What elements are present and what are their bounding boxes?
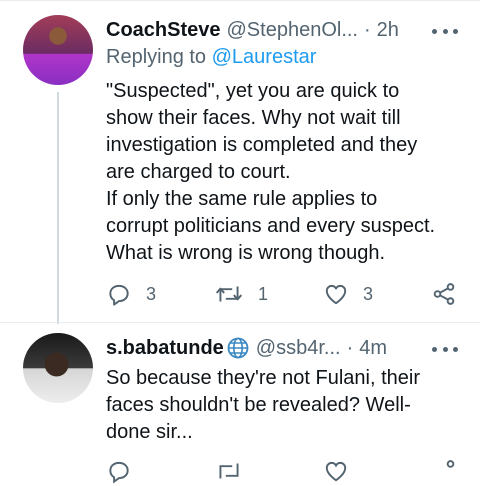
thread-line	[57, 92, 59, 324]
reply-icon	[109, 461, 129, 484]
tweet-text: So because they're not Fulani, their fac…	[106, 367, 421, 443]
retweet-icon	[219, 463, 239, 479]
globe-icon	[227, 337, 249, 359]
timestamp[interactable]: 4m	[359, 337, 387, 360]
user-handle[interactable]: @StephenOl...	[227, 19, 358, 42]
more-options-icon[interactable]	[432, 21, 458, 41]
avatar[interactable]	[23, 15, 93, 85]
more-options-icon[interactable]	[432, 339, 458, 359]
tweet-header: CoachSteve @StephenOl... · 2h	[106, 15, 399, 45]
retweet-button[interactable]: 1	[214, 279, 268, 309]
top-divider	[0, 0, 480, 1]
separator-dot: ·	[346, 336, 354, 359]
tweet-header: s.babatunde @ssb4r... · 4m	[106, 333, 387, 363]
heart-icon	[325, 461, 347, 482]
user-handle[interactable]: @ssb4r...	[256, 337, 341, 360]
share-icon	[433, 283, 455, 305]
tweet-actions	[106, 456, 456, 486]
like-count: 3	[363, 283, 374, 304]
avatar[interactable]	[23, 333, 93, 403]
reply-count: 3	[146, 283, 157, 304]
share-button[interactable]	[431, 279, 457, 309]
reply-icon	[109, 284, 129, 306]
heart-icon	[325, 284, 347, 305]
display-name[interactable]: s.babatunde	[106, 337, 224, 360]
like-button[interactable]	[323, 456, 349, 486]
reply-button[interactable]	[106, 456, 132, 486]
timestamp[interactable]: 2h	[377, 19, 399, 42]
share-icon	[446, 460, 455, 468]
retweet-button[interactable]	[214, 456, 244, 486]
tweet-divider	[0, 322, 480, 323]
separator-dot: ·	[363, 18, 371, 41]
display-name[interactable]: CoachSteve	[106, 19, 221, 42]
replying-to: Replying to @Laurestar	[106, 46, 316, 69]
retweet-count: 1	[258, 283, 269, 304]
share-button[interactable]	[431, 456, 457, 486]
retweet-icon	[215, 286, 243, 302]
replying-to-label: Replying to	[106, 46, 212, 68]
tweet-text: "Suspected", yet you are quick to show t…	[106, 80, 436, 264]
reply-button[interactable]: 3	[106, 279, 156, 309]
mention-link[interactable]: @Laurestar	[212, 46, 317, 68]
like-button[interactable]: 3	[323, 279, 373, 309]
tweet-actions: 3 1 3	[106, 279, 456, 309]
